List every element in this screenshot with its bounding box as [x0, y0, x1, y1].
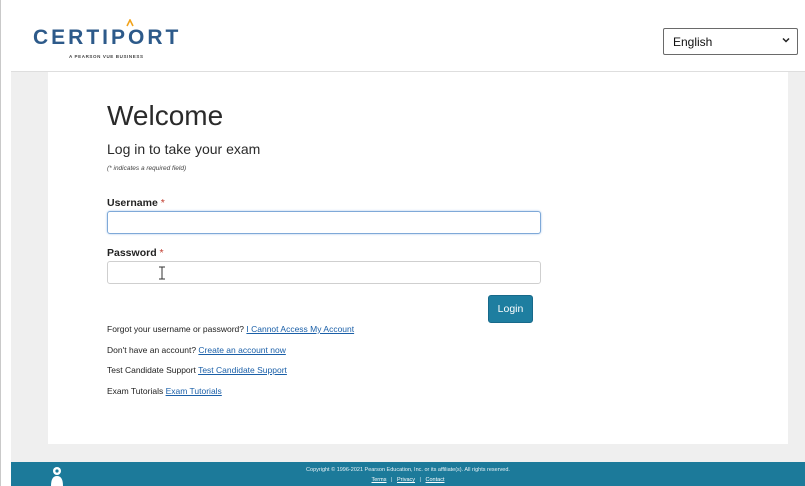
footer-contact-link[interactable]: Contact [426, 477, 445, 483]
exam-tutorials-row: Exam Tutorials Exam Tutorials [107, 386, 222, 396]
create-account-text: Don't have an account? [107, 345, 197, 355]
password-input[interactable] [107, 261, 541, 284]
chevron-down-icon [782, 37, 790, 43]
exam-tutorials-text: Exam Tutorials [107, 386, 164, 396]
password-label: Password * [107, 247, 164, 259]
required-asterisk: * [160, 197, 165, 209]
header: CERTIPORT A PEARSON VUE BUSINESS English [11, 11, 805, 72]
footer-copyright: Copyright © 1996-2021 Pearson Education,… [306, 467, 510, 473]
forgot-credentials-row: Forgot your username or password? I Cann… [107, 324, 354, 334]
certiport-logo[interactable]: CERTIPORT A PEARSON VUE BUSINESS [33, 19, 193, 62]
login-button[interactable]: Login [488, 295, 533, 323]
create-account-row: Don't have an account? Create an account… [107, 345, 286, 355]
create-account-link[interactable]: Create an account now [198, 345, 285, 355]
required-field-note: (* indicates a required field) [107, 165, 187, 172]
footer-separator: | [391, 477, 393, 483]
username-label-text: Username [107, 197, 158, 209]
page-title: Welcome [107, 100, 224, 131]
footer-separator: | [419, 477, 421, 483]
password-label-text: Password [107, 247, 157, 259]
forgot-credentials-text: Forgot your username or password? [107, 324, 245, 334]
logo-flame-icon [126, 19, 134, 27]
logo-tagline: A PEARSON VUE BUSINESS [69, 54, 144, 59]
page-subtitle: Log in to take your exam [107, 141, 261, 157]
cannot-access-account-link[interactable]: I Cannot Access My Account [246, 324, 354, 334]
candidate-support-row: Test Candidate Support Test Candidate Su… [107, 365, 287, 375]
required-asterisk: * [159, 247, 164, 259]
language-select[interactable]: English [663, 28, 798, 55]
footer-terms-link[interactable]: Terms [372, 477, 387, 483]
footer-links: Terms | Privacy | Contact [11, 477, 805, 483]
login-card: Welcome Log in to take your exam (* indi… [48, 72, 788, 444]
footer: Copyright © 1996-2021 Pearson Education,… [11, 462, 805, 486]
username-label: Username * [107, 197, 165, 209]
candidate-support-link[interactable]: Test Candidate Support [198, 365, 287, 375]
footer-privacy-link[interactable]: Privacy [397, 477, 415, 483]
language-select-value: English [673, 35, 713, 49]
exam-tutorials-link[interactable]: Exam Tutorials [166, 386, 222, 396]
text-cursor-icon [159, 266, 165, 280]
candidate-support-text: Test Candidate Support [107, 365, 196, 375]
username-input[interactable] [107, 211, 541, 234]
logo-wordmark: CERTIPORT [33, 26, 182, 49]
